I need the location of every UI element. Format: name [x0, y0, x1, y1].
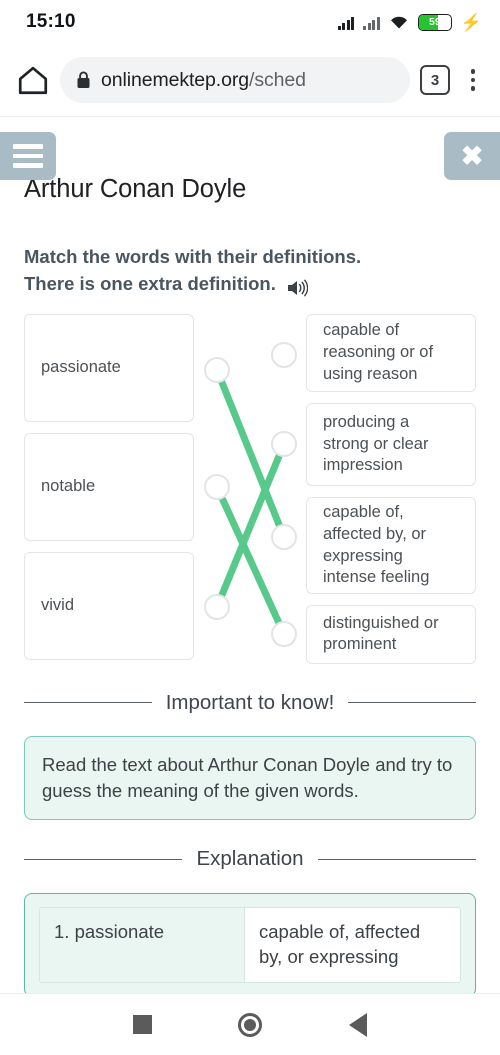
definition-label: distinguished or prominent	[323, 613, 439, 654]
lock-icon	[77, 71, 90, 88]
android-status-bar: 15:10 59 ⚡	[0, 0, 500, 44]
definition-label: capable of, affected by, or expressing i…	[323, 503, 430, 587]
connector-dot-right-1[interactable]	[271, 341, 297, 368]
task-instruction: Match the words with their definitions. …	[0, 244, 500, 298]
word-item-2[interactable]: notable	[24, 432, 194, 541]
definition-item-3[interactable]: capable of, affected by, or expressing i…	[306, 497, 476, 595]
page-header-buttons: ✖	[0, 117, 500, 180]
definition-label: capable of reasoning or of using reason	[323, 321, 434, 383]
definition-item-1[interactable]: capable of reasoning or of using reason	[306, 313, 476, 392]
close-button[interactable]: ✖	[444, 132, 500, 180]
hamburger-menu-button[interactable]	[0, 132, 56, 180]
word-label: vivid	[41, 595, 75, 614]
page-title: Arthur Conan Doyle	[24, 175, 247, 203]
connector-dot-left-3[interactable]	[204, 593, 230, 620]
url-path: /sched	[249, 68, 306, 91]
task-line-1: Match the words with their definitions.	[24, 246, 362, 267]
wifi-icon	[390, 16, 407, 29]
browser-toolbar: onlinemektep.org/sched 3	[0, 44, 500, 117]
square-recents-icon[interactable]	[133, 1015, 153, 1034]
connector-dot-right-3[interactable]	[271, 523, 297, 550]
word-column: passionate notable vivid	[24, 313, 194, 664]
kebab-menu-icon[interactable]	[460, 69, 486, 91]
divider-line-right	[317, 859, 477, 860]
word-item-3[interactable]: vivid	[24, 551, 194, 660]
hamburger-icon	[13, 144, 43, 168]
important-body: Read the text about Arthur Conan Doyle a…	[42, 753, 453, 802]
triangle-back-icon[interactable]	[348, 1012, 367, 1037]
matching-exercise: passionate notable vivid capable of reas…	[0, 313, 500, 664]
signal-icon	[337, 15, 355, 30]
word-label: notable	[41, 476, 96, 495]
important-heading: Important to know!	[165, 690, 335, 714]
status-icon-group: 59 ⚡	[337, 12, 482, 32]
definition-label: producing a strong or clear impression	[323, 412, 429, 475]
connector-dot-left-1[interactable]	[204, 356, 230, 383]
url-domain: onlinemektep.org	[101, 68, 249, 91]
task-line-2: There is one extra definition.	[24, 272, 276, 294]
explanation-definition: capable of, affected by, or expressing	[245, 907, 460, 982]
status-time: 15:10	[26, 11, 76, 32]
circle-home-icon[interactable]	[238, 1012, 263, 1037]
definition-item-2[interactable]: producing a strong or clear impression	[306, 402, 476, 487]
explanation-divider: Explanation	[0, 846, 500, 872]
divider-line-left	[24, 702, 152, 704]
charging-bolt-icon: ⚡	[460, 12, 482, 32]
address-bar[interactable]: onlinemektep.org/sched	[60, 57, 410, 103]
word-item-1[interactable]: passionate	[24, 313, 194, 422]
connector-dot-right-2[interactable]	[271, 430, 297, 457]
connector-dot-left-2[interactable]	[204, 473, 230, 500]
explanation-heading: Explanation	[196, 847, 304, 871]
important-divider: Important to know!	[0, 690, 500, 716]
explanation-word: 1. passionate	[40, 907, 245, 982]
table-row: 1. passionate capable of, affected by, o…	[39, 906, 461, 983]
important-callout: Read the text about Arthur Conan Doyle a…	[24, 735, 476, 821]
signal-secondary-icon	[363, 15, 380, 30]
explanation-panel: 1. passionate capable of, affected by, o…	[24, 892, 476, 993]
connector-dot-right-4[interactable]	[271, 620, 297, 647]
android-nav-bar	[0, 993, 500, 1055]
definition-item-4[interactable]: distinguished or prominent	[306, 605, 476, 664]
divider-line-left	[24, 859, 183, 860]
home-icon[interactable]	[16, 63, 50, 97]
definition-column: capable of reasoning or of using reason …	[306, 313, 476, 664]
close-icon: ✖	[460, 140, 484, 171]
speaker-icon[interactable]	[286, 278, 308, 298]
divider-line-right	[348, 702, 477, 704]
url-text: onlinemektep.org/sched	[101, 69, 306, 92]
battery-percent: 59	[428, 16, 441, 28]
battery-icon: 59	[417, 13, 452, 31]
tab-switcher-button[interactable]: 3	[420, 65, 450, 95]
page-content: ✖ Arthur Conan Doyle Match the words wit…	[0, 117, 500, 993]
word-label: passionate	[41, 357, 121, 376]
